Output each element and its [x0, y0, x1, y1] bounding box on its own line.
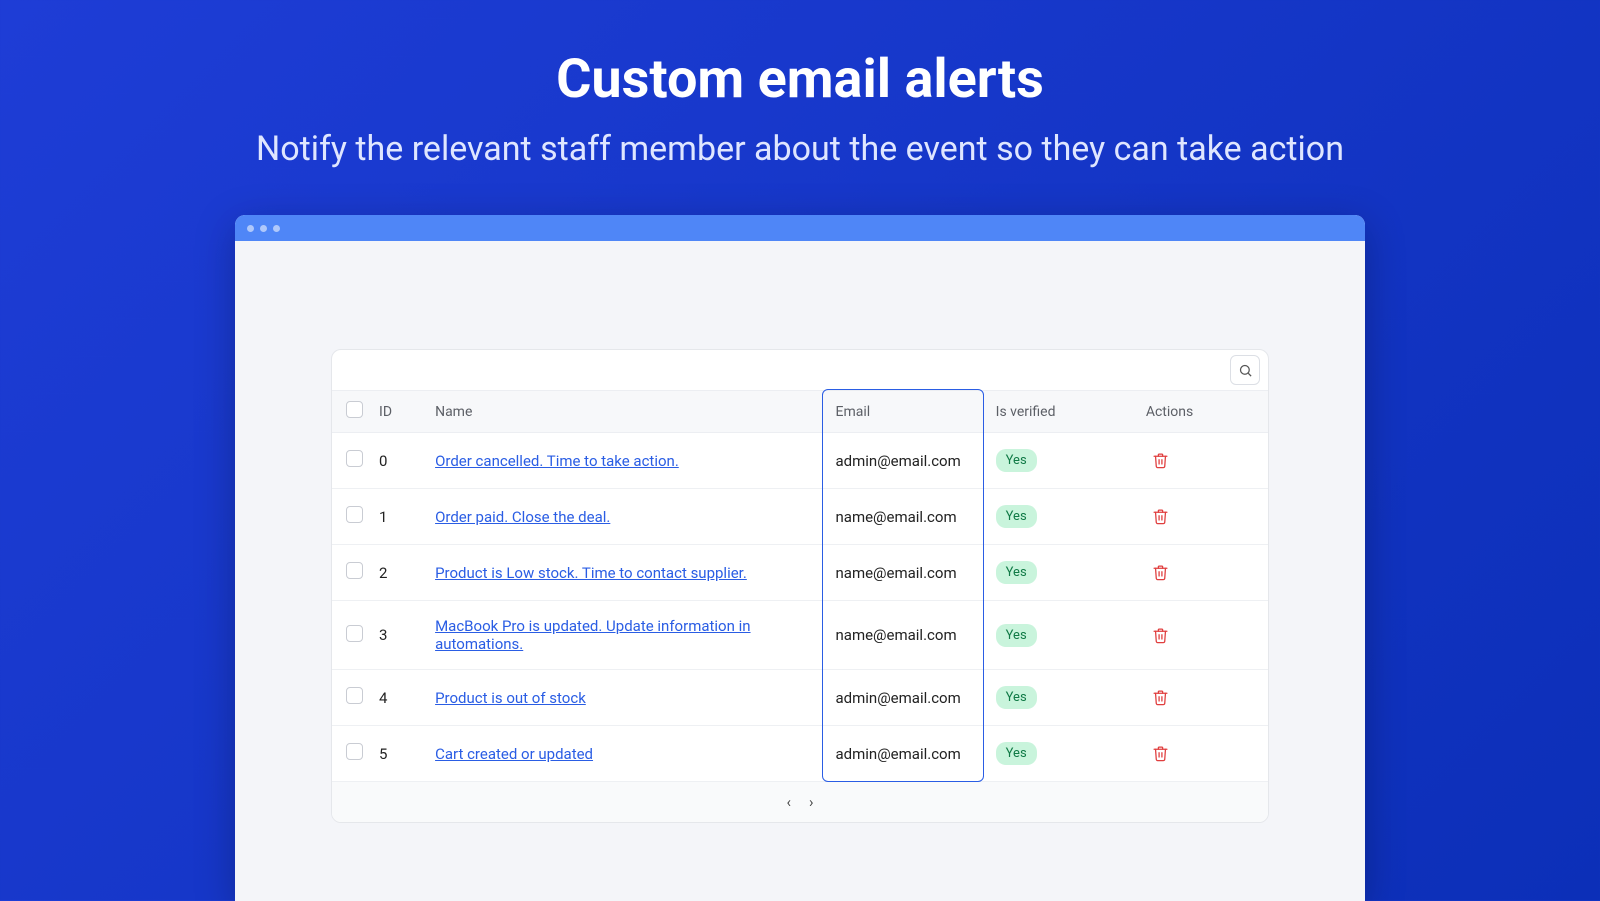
row-email: name@email.com — [828, 489, 988, 545]
row-checkbox[interactable] — [346, 562, 363, 579]
table-row: 4 Product is out of stock admin@email.com Y… — [332, 670, 1268, 726]
row-checkbox[interactable] — [346, 625, 363, 642]
trash-icon[interactable] — [1152, 452, 1169, 469]
alert-name-link[interactable]: Order cancelled. Time to take action. — [435, 452, 679, 470]
select-all-checkbox[interactable] — [346, 401, 363, 418]
row-email: admin@email.com — [828, 433, 988, 489]
row-id: 4 — [371, 670, 427, 726]
trash-icon[interactable] — [1152, 745, 1169, 762]
verified-badge: Yes — [996, 449, 1037, 472]
window-dot — [260, 225, 267, 232]
page-subtitle: Notify the relevant staff member about t… — [0, 129, 1600, 169]
search-icon — [1238, 363, 1253, 378]
window-dot — [247, 225, 254, 232]
col-header-email: Email — [828, 391, 988, 433]
verified-badge: Yes — [996, 686, 1037, 709]
row-checkbox[interactable] — [346, 743, 363, 760]
row-checkbox[interactable] — [346, 450, 363, 467]
window-dot — [273, 225, 280, 232]
alert-name-link[interactable]: Product is Low stock. Time to contact su… — [435, 564, 747, 582]
browser-frame: ID Name Email Is verified Actions 0 Order… — [235, 215, 1365, 901]
row-id: 3 — [371, 601, 427, 670]
col-header-id: ID — [371, 391, 427, 433]
alerts-table: ID Name Email Is verified Actions 0 Order… — [332, 390, 1268, 782]
frame-body: ID Name Email Is verified Actions 0 Order… — [235, 241, 1365, 901]
alerts-table-card: ID Name Email Is verified Actions 0 Order… — [331, 349, 1269, 823]
row-email: name@email.com — [828, 545, 988, 601]
table-row: 3MacBook Pro is updated. Update informat… — [332, 601, 1268, 670]
alert-name-link[interactable]: Product is out of stock — [435, 689, 586, 707]
table-row: 2 Product is Low stock. Time to contact s… — [332, 545, 1268, 601]
trash-icon[interactable] — [1152, 627, 1169, 644]
page-title: Custom email alerts — [0, 0, 1600, 111]
col-header-verified: Is verified — [988, 391, 1138, 433]
row-id: 0 — [371, 433, 427, 489]
table-row: 1 Order paid. Close the deal. name@email.c… — [332, 489, 1268, 545]
table-row: 0 Order cancelled. Time to take action. ad… — [332, 433, 1268, 489]
alert-name-link[interactable]: Cart created or updated — [435, 745, 593, 763]
next-page-button[interactable]: › — [809, 793, 814, 811]
verified-badge: Yes — [996, 742, 1037, 765]
browser-titlebar — [235, 215, 1365, 241]
trash-icon[interactable] — [1152, 689, 1169, 706]
row-id: 2 — [371, 545, 427, 601]
trash-icon[interactable] — [1152, 564, 1169, 581]
prev-page-button[interactable]: ‹ — [786, 793, 791, 811]
search-button[interactable] — [1230, 355, 1260, 385]
row-email: admin@email.com — [828, 670, 988, 726]
row-email: name@email.com — [828, 601, 988, 670]
alert-name-link[interactable]: Order paid. Close the deal. — [435, 508, 610, 526]
row-id: 5 — [371, 726, 427, 782]
pagination: ‹ › — [332, 782, 1268, 822]
row-checkbox[interactable] — [346, 687, 363, 704]
row-email: admin@email.com — [828, 726, 988, 782]
row-id: 1 — [371, 489, 427, 545]
verified-badge: Yes — [996, 561, 1037, 584]
verified-badge: Yes — [996, 624, 1037, 647]
verified-badge: Yes — [996, 505, 1037, 528]
trash-icon[interactable] — [1152, 508, 1169, 525]
row-checkbox[interactable] — [346, 506, 363, 523]
col-header-name: Name — [427, 391, 827, 433]
alert-name-link[interactable]: MacBook Pro is updated. Update informati… — [435, 617, 750, 653]
col-header-actions: Actions — [1138, 391, 1268, 433]
table-row: 5 Cart created or updated admin@email.com Y… — [332, 726, 1268, 782]
